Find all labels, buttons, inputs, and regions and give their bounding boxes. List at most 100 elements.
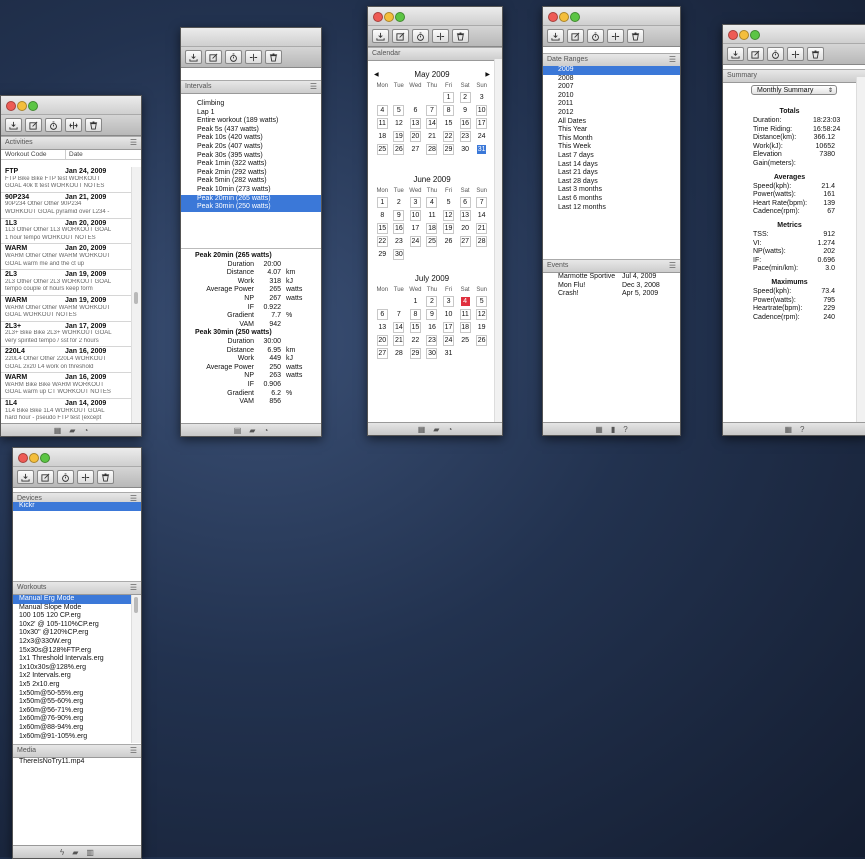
calendar-day[interactable]: 13 [409,118,421,129]
date-range-item[interactable]: Last 21 days [543,169,680,178]
workout-item[interactable]: 100 105 120 CP.erg [13,612,132,621]
workout-item[interactable]: Manual Erg Mode [13,595,132,604]
date-range-item[interactable]: Last 14 days [543,161,680,170]
event-row[interactable]: Mon Flu! Dec 3, 2008 [543,282,680,291]
column-header-date[interactable]: Date [66,150,83,159]
interval-item[interactable]: Peak 20min (265 watts) [181,194,321,204]
calendar-icon[interactable]: ▦ [784,425,792,434]
date-range-item[interactable]: Last 28 days [543,178,680,187]
date-range-item[interactable]: 2012 [543,109,680,118]
date-range-item[interactable]: Last 12 months [543,204,680,213]
calendar-day[interactable]: 23 [426,335,438,346]
stopwatch-button[interactable] [225,50,242,64]
calendar-day[interactable]: 28 [394,349,403,358]
calendar-day[interactable]: 13 [378,323,387,332]
calendar-day[interactable]: 5 [476,296,488,307]
event-row[interactable]: Marmotte Sportive Jul 4, 2009 [543,273,680,282]
calendar-day[interactable]: 30 [393,249,405,260]
edit-button[interactable] [392,29,409,43]
calendar-day[interactable]: 2 [459,92,471,103]
calendar-day[interactable]: 17 [476,118,488,129]
stopwatch-button[interactable] [587,29,604,43]
calendar-day[interactable]: 21 [393,335,405,346]
calendar-day[interactable]: 3 [443,296,455,307]
calendar-day[interactable]: 15 [409,322,421,333]
calendar-day[interactable]: 29 [378,250,387,259]
calendar-day[interactable]: 11 [376,118,388,129]
date-range-item[interactable]: This Month [543,135,680,144]
delete-button[interactable] [85,118,102,132]
interval-item[interactable]: Peak 1min (322 watts) [181,160,321,169]
calendar-day[interactable]: 23 [459,131,471,142]
calendar-day[interactable]: 27 [411,145,420,154]
download-button[interactable] [5,118,22,132]
menu-icon[interactable]: ☰ [130,137,137,149]
activity-row[interactable]: 2L3+ Jan 17, 2009 2L3+ Bike Bike 2L3+ WORK… [1,322,132,348]
activity-row[interactable]: 2L3 Jan 19, 2009 2L3 Other Other 2L3 WORKO… [1,270,132,296]
calendar-day[interactable]: 20 [376,335,388,346]
date-range-item[interactable]: 2010 [543,92,680,101]
calendar-day[interactable]: 23 [394,237,403,246]
minimize-window-button[interactable] [384,12,394,22]
calendar-day[interactable]: 24 [443,335,455,346]
edit-button[interactable] [567,29,584,43]
edit-button[interactable] [37,470,54,484]
menu-icon[interactable]: ☰ [669,54,676,66]
calendar-day[interactable]: 31 [444,349,453,358]
activity-row[interactable]: 220L4 Jan 16, 2009 220L4 Other Other 220L4… [1,347,132,374]
edit-button[interactable] [25,118,42,132]
split-button[interactable] [245,50,262,64]
interval-item[interactable]: Peak 2min (292 watts) [181,169,321,178]
workout-item[interactable]: 1x10x30s@128%.erg [13,664,132,673]
activity-row[interactable]: 90P234 Jan 21, 2009 90P234 Other Other 90P… [1,193,132,219]
calendar-day[interactable]: 12 [476,309,488,320]
split-button[interactable] [432,29,449,43]
workout-item[interactable]: 1x50m@50-55%.erg [13,690,132,699]
stopwatch-button[interactable] [767,47,784,61]
workout-item[interactable]: 1x60m@88-94%.erg [13,724,132,733]
folder-icon[interactable]: ▰ [69,426,75,435]
minimize-window-button[interactable] [29,453,39,463]
workout-item[interactable]: 1x60m@56-71%.erg [13,707,132,716]
scroll-thumb[interactable] [134,292,138,304]
activity-row[interactable]: 1L3 Jan 20, 2009 1L3 Other Other 1L3 WORKO… [1,219,132,245]
calendar-day[interactable]: 22 [443,131,455,142]
calendar-day[interactable]: 8 [378,211,387,220]
stopwatch-icon[interactable]: ◔ [263,426,268,435]
interval-item[interactable]: Peak 5s (437 watts) [181,126,321,135]
workout-item[interactable]: 15x30s@128%FTP.erg [13,647,132,656]
calendar-day[interactable]: 2 [394,198,403,207]
stopwatch-button[interactable] [45,118,62,132]
calendar-day[interactable]: 10 [444,310,453,319]
media-item[interactable]: ThereIsNoTry11.mp4 [13,758,141,767]
calendar-day[interactable]: 10 [476,105,488,116]
summary-scrollbar[interactable] [856,77,865,422]
zoom-window-button[interactable] [750,30,760,40]
activity-row[interactable]: WARM Jan 19, 2009 WARM Other Other WARM WO… [1,296,132,322]
calendar-day[interactable]: 25 [376,144,388,155]
calendar-day[interactable]: 18 [459,322,471,333]
lightning-icon[interactable]: ϟ [60,848,64,857]
minimize-window-button[interactable] [739,30,749,40]
calendar-day[interactable]: 27 [376,348,388,359]
calendar-day[interactable]: 9 [393,210,405,221]
close-window-button[interactable] [728,30,738,40]
calendar-day[interactable]: 24 [477,132,486,141]
activity-row[interactable]: FTP Jan 24, 2009 FTP Bike Bike FTP test WO… [1,167,132,193]
next-month-arrow[interactable]: ▶ [485,69,490,81]
split-button[interactable] [77,470,94,484]
date-range-item[interactable]: Last 3 months [543,186,680,195]
prev-month-arrow[interactable]: ◀ [374,69,379,81]
calendar-day[interactable]: 20 [409,131,421,142]
zoom-window-button[interactable] [395,12,405,22]
calendar-day[interactable]: 4 [426,197,438,208]
calendar-day[interactable]: 12 [394,119,403,128]
stopwatch-icon[interactable]: ◔ [447,425,452,434]
interval-item[interactable]: Peak 20s (407 watts) [181,143,321,152]
calendar-day[interactable]: 21 [476,223,488,234]
calendar-day[interactable]: 18 [426,223,438,234]
calendar-day[interactable]: 17 [411,224,420,233]
edit-button[interactable] [205,50,222,64]
workout-item[interactable]: 1x2 Intervals.erg [13,672,132,681]
interval-item[interactable]: Peak 30s (395 watts) [181,152,321,161]
